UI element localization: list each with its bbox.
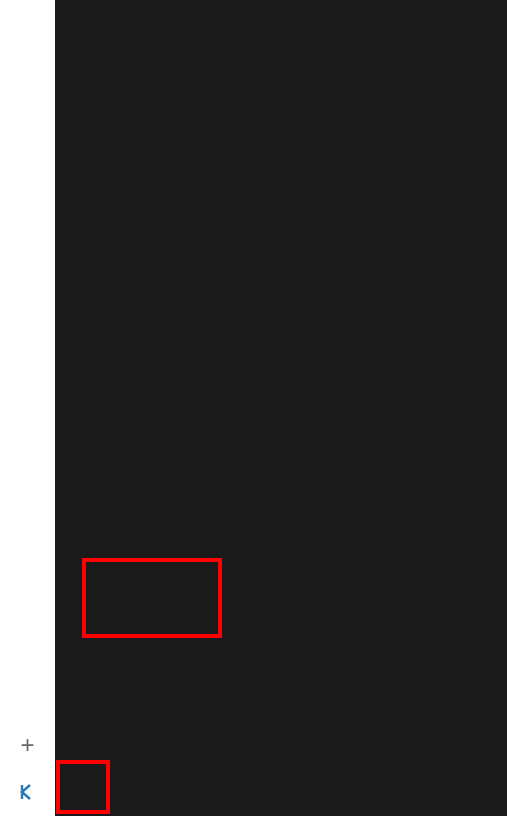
left-panel: +: [0, 0, 55, 816]
annotation-highlight-run: [82, 558, 222, 638]
collapse-left-icon[interactable]: [16, 780, 40, 804]
plus-icon[interactable]: +: [20, 732, 34, 760]
annotation-highlight-start: [56, 760, 110, 814]
